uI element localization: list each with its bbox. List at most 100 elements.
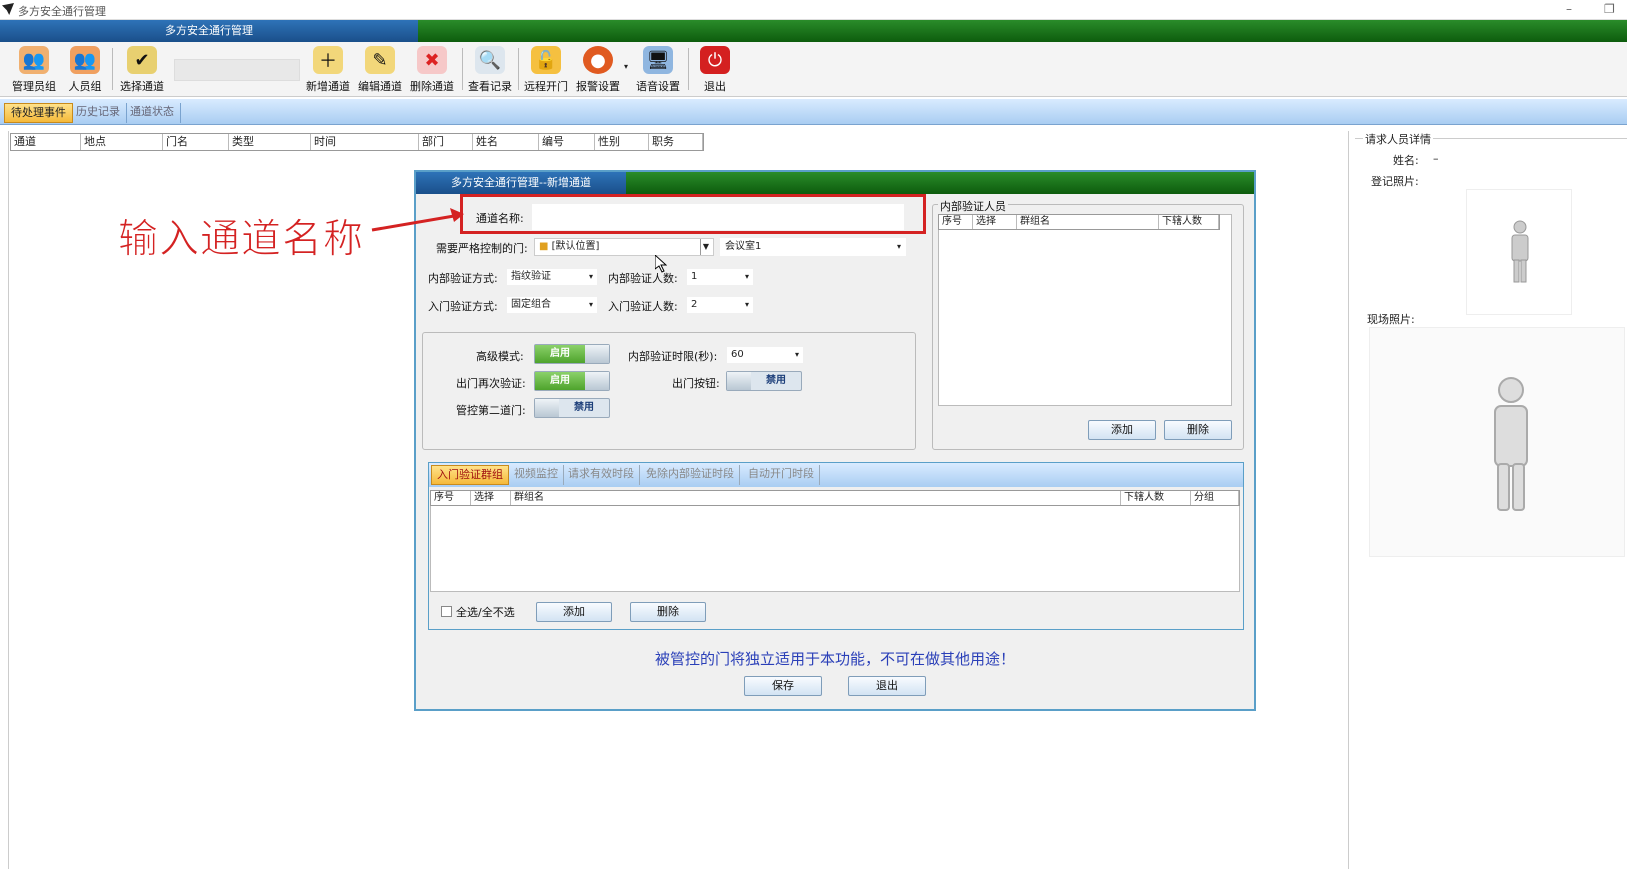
column-header[interactable]: 门名 xyxy=(163,134,229,150)
inner-staff-table-header: 序号 选择 群组名 下辖人数 xyxy=(938,214,1220,230)
strict-door-select[interactable]: ■ [默认位置] ▼ xyxy=(534,238,714,256)
inner-count-select[interactable]: 1 ▾ xyxy=(686,268,754,286)
column-header[interactable]: 下辖人数 xyxy=(1121,491,1191,505)
second-door-toggle[interactable]: 禁用 xyxy=(534,398,610,418)
reg-photo xyxy=(1466,189,1572,315)
column-header[interactable]: 类型 xyxy=(229,134,311,150)
inner-verify-select[interactable]: 指纹验证 ▾ xyxy=(506,268,598,286)
column-header[interactable]: 性别 xyxy=(595,134,649,150)
select-all-checkbox[interactable] xyxy=(441,606,452,617)
toolbar-label: 新增通道 xyxy=(306,80,350,93)
remote-open-icon: 🔓 xyxy=(531,46,561,74)
toolbar-edit-channel-button[interactable]: ✎ 编辑通道 xyxy=(356,44,404,96)
alarm-icon: ● xyxy=(583,46,613,74)
column-header[interactable]: 序号 xyxy=(431,491,471,505)
tab-exempt-inner-verify-period[interactable]: 免除内部验证时段 xyxy=(641,465,740,485)
toolbar-admin-group-button[interactable]: 👥 管理员组 xyxy=(10,44,58,96)
toolbar-view-record-button[interactable]: 🔍 查看记录 xyxy=(466,44,514,96)
exit-reverify-toggle[interactable]: 启用 xyxy=(534,371,610,391)
column-header[interactable]: 群组名 xyxy=(1017,215,1159,229)
column-header[interactable]: 选择 xyxy=(973,215,1017,229)
app-banner: 多方安全通行管理 xyxy=(0,20,1627,42)
inner-staff-add-button[interactable]: 添加 xyxy=(1088,420,1156,440)
admin-group-icon: 👥 xyxy=(19,46,49,74)
chevron-down-icon: ▾ xyxy=(744,272,749,281)
toolbar-exit-button[interactable]: ⏻ 退出 xyxy=(694,44,736,96)
people-group-icon: 👥 xyxy=(70,46,100,74)
dialog-exit-button[interactable]: 退出 xyxy=(848,676,926,696)
toolbar-voice-button[interactable]: 🖥 语音设置 xyxy=(634,44,682,96)
power-icon: ⏻ xyxy=(700,46,730,74)
minimize-button[interactable]: – xyxy=(1566,2,1572,16)
tab-auto-open-period[interactable]: 自动开门时段 xyxy=(743,465,820,485)
second-door-label: 管控第二道门: xyxy=(456,404,526,417)
chevron-down-icon: ▾ xyxy=(588,300,593,309)
entry-count-select[interactable]: 2 ▾ xyxy=(686,296,754,314)
annotation-highlight-box xyxy=(460,194,926,234)
column-header[interactable]: 时间 xyxy=(311,134,419,150)
panel-title: 请求人员详情 xyxy=(1363,131,1433,147)
column-header[interactable]: 群组名 xyxy=(511,491,1121,505)
column-header[interactable]: 职务 xyxy=(649,134,703,150)
column-header[interactable]: 序号 xyxy=(939,215,973,229)
save-button[interactable]: 保存 xyxy=(744,676,822,696)
toolbar-select-channel-button[interactable]: ✔ 选择通道 xyxy=(118,44,166,96)
toolbar-label: 远程开门 xyxy=(524,80,568,93)
tab-request-valid-period[interactable]: 请求有效时段 xyxy=(563,465,640,485)
column-header[interactable]: 编号 xyxy=(539,134,595,150)
room-value: 会议室1 xyxy=(725,241,762,252)
alarm-dropdown-arrow-icon[interactable]: ▾ xyxy=(624,62,628,71)
chevron-down-icon: ▾ xyxy=(744,300,749,309)
request-person-panel: 请求人员详情 姓名: – 登记照片: 现场照片: xyxy=(1355,130,1627,869)
toolbar-label: 删除通道 xyxy=(410,80,454,93)
tab-channel-status[interactable]: 通道状态 xyxy=(124,103,181,123)
toolbar-remote-open-button[interactable]: 🔓 远程开门 xyxy=(522,44,570,96)
toolbar-add-channel-button[interactable]: ＋ 新增通道 xyxy=(304,44,352,96)
toolbar-label: 报警设置 xyxy=(576,80,620,93)
entry-count-value: 2 xyxy=(691,299,698,310)
tab-pending-events[interactable]: 待处理事件 xyxy=(4,103,73,123)
divider xyxy=(1348,131,1349,869)
column-header[interactable]: 下辖人数 xyxy=(1159,215,1219,229)
column-header[interactable]: 部门 xyxy=(419,134,473,150)
column-header[interactable]: 通道 xyxy=(11,134,81,150)
divider xyxy=(8,131,9,869)
toolbar-delete-channel-button[interactable]: ✖ 删除通道 xyxy=(408,44,456,96)
group-delete-button[interactable]: 删除 xyxy=(630,602,706,622)
toggle-knob xyxy=(585,345,609,363)
group-add-button[interactable]: 添加 xyxy=(536,602,612,622)
toolbar-alarm-button[interactable]: ● 报警设置 xyxy=(574,44,622,96)
exit-button-toggle[interactable]: 禁用 xyxy=(726,371,802,391)
banner-title: 多方安全通行管理 xyxy=(0,20,418,42)
exit-button-label: 出门按钮: xyxy=(672,377,720,390)
inner-time-select[interactable]: 60 ▾ xyxy=(726,346,804,364)
select-all-label: 全选/全不选 xyxy=(456,606,515,619)
restore-button[interactable]: ❐ xyxy=(1604,2,1615,16)
toggle-state: 禁用 xyxy=(574,402,594,413)
column-header[interactable]: 地点 xyxy=(81,134,163,150)
inner-staff-delete-button[interactable]: 删除 xyxy=(1164,420,1232,440)
column-header[interactable]: 分组 xyxy=(1191,491,1239,505)
tab-video-monitor[interactable]: 视频监控 xyxy=(509,465,564,485)
dialog-title: 多方安全通行管理--新增通道 xyxy=(416,172,626,194)
tab-history[interactable]: 历史记录 xyxy=(70,103,127,123)
room-select[interactable]: 会议室1 ▾ xyxy=(720,238,906,256)
entry-verify-select[interactable]: 固定组合 ▾ xyxy=(506,296,598,314)
strict-door-value: [默认位置] xyxy=(551,241,600,252)
inner-verify-value: 指纹验证 xyxy=(511,271,551,282)
toolbar-separator xyxy=(518,48,519,90)
main-tabs: 待处理事件 历史记录 通道状态 xyxy=(0,99,1627,125)
column-header[interactable]: 选择 xyxy=(471,491,511,505)
dialog-titlebar: 多方安全通行管理--新增通道 xyxy=(416,172,1254,194)
toggle-state: 启用 xyxy=(535,345,585,363)
advanced-mode-toggle[interactable]: 启用 xyxy=(534,344,610,364)
group-table-header: 序号 选择 群组名 下辖人数 分组 xyxy=(430,490,1240,506)
tab-entry-verify-group[interactable]: 入门验证群组 xyxy=(431,465,509,485)
inner-time-label: 内部验证时限(秒): xyxy=(628,350,718,363)
toolbar-separator xyxy=(688,48,689,90)
toolbar-search-box[interactable] xyxy=(174,59,300,81)
toolbar-label: 编辑通道 xyxy=(358,80,402,93)
toolbar-people-group-button[interactable]: 👥 人员组 xyxy=(64,44,106,96)
column-header[interactable]: 姓名 xyxy=(473,134,539,150)
add-channel-icon: ＋ xyxy=(313,46,343,74)
